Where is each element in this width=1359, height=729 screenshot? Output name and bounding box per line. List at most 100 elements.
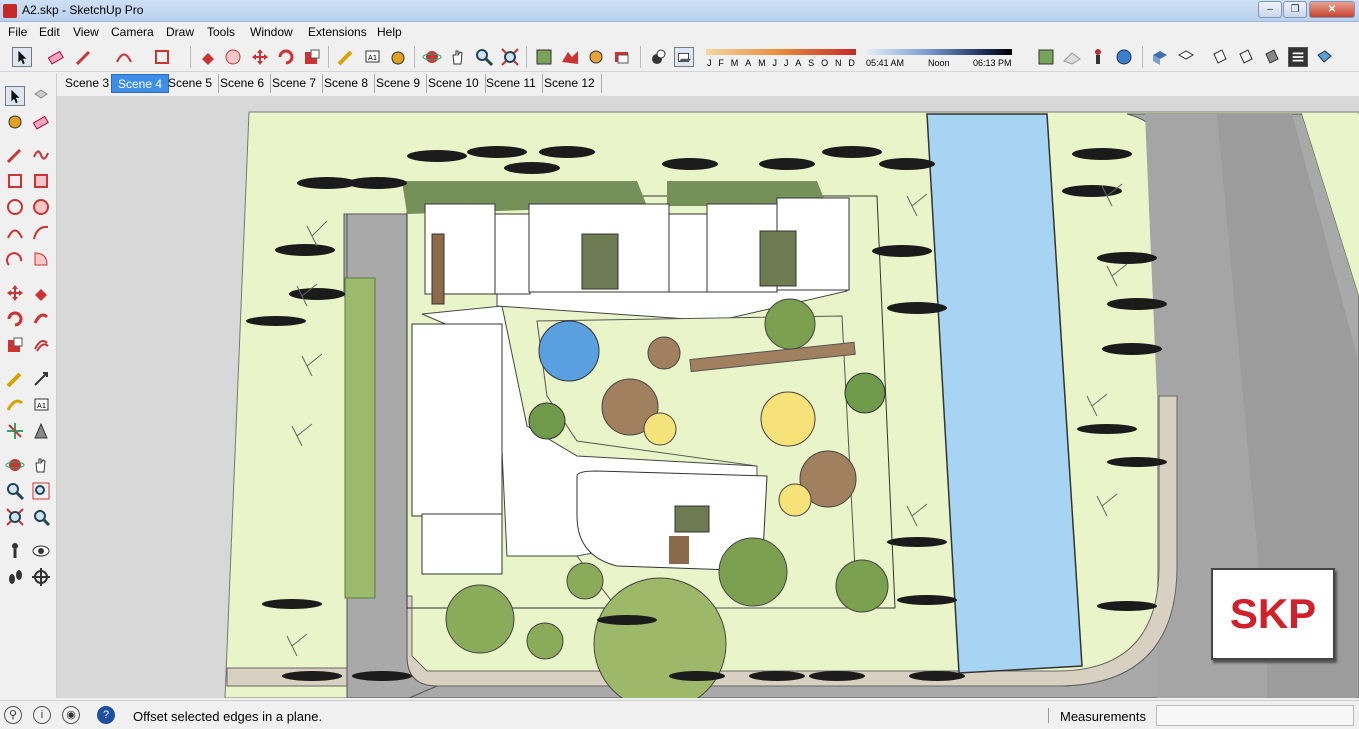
follow-me-tool-icon[interactable]: [31, 309, 51, 329]
menu-extensions[interactable]: Extensions: [308, 25, 367, 39]
pan-tool-icon[interactable]: [31, 455, 51, 475]
orbit-icon[interactable]: [422, 47, 442, 67]
paint-bucket-icon[interactable]: [388, 47, 408, 67]
zoom-tool-icon[interactable]: [5, 481, 25, 501]
iso-view-icon[interactable]: [1150, 47, 1170, 67]
polygon-tool-icon[interactable]: [31, 197, 51, 217]
menu-tools[interactable]: Tools: [207, 25, 235, 39]
tab-scene-3[interactable]: Scene 3: [59, 74, 117, 93]
help-icon[interactable]: ?: [97, 706, 115, 724]
tab-scene-9[interactable]: Scene 9: [370, 74, 428, 93]
tab-scene-7[interactable]: Scene 7: [266, 74, 324, 93]
menu-draw[interactable]: Draw: [166, 25, 194, 39]
minimize-button[interactable]: –: [1258, 1, 1282, 18]
follow-me-icon[interactable]: [223, 47, 243, 67]
user-account-icon[interactable]: ◉: [62, 706, 80, 724]
push-pull-icon[interactable]: [198, 47, 218, 67]
measurements-input[interactable]: [1156, 705, 1354, 726]
two-point-arc-icon[interactable]: [31, 223, 51, 243]
freehand-tool-icon[interactable]: [31, 145, 51, 165]
tab-scene-11[interactable]: Scene 11: [480, 74, 543, 93]
3d-warehouse-icon[interactable]: [612, 47, 632, 67]
line-tool-icon[interactable]: [5, 145, 25, 165]
pie-tool-icon[interactable]: [31, 249, 51, 269]
zoom-window-icon[interactable]: [31, 481, 51, 501]
textured-style-icon[interactable]: [1288, 47, 1308, 67]
tab-scene-8[interactable]: Scene 8: [318, 74, 376, 93]
arc-tool-icon[interactable]: [5, 223, 25, 243]
top-view-icon[interactable]: [1176, 47, 1196, 67]
move-tool-icon[interactable]: [5, 283, 25, 303]
text-tool-icon[interactable]: A1: [31, 395, 51, 415]
offset-tool-icon[interactable]: [31, 335, 51, 355]
wireframe-style-icon[interactable]: [1236, 47, 1256, 67]
model-viewport[interactable]: SKP: [57, 96, 1359, 698]
select-tool-icon[interactable]: [5, 86, 25, 106]
tab-scene-6[interactable]: Scene 6: [214, 74, 272, 93]
menu-help[interactable]: Help: [377, 25, 402, 39]
shadow-display-icon[interactable]: [674, 47, 694, 67]
eraser-tool-icon[interactable]: [31, 112, 51, 132]
push-pull-tool-icon[interactable]: [31, 283, 51, 303]
zoom-icon[interactable]: [474, 47, 494, 67]
previous-view-icon[interactable]: [31, 507, 51, 527]
paint-tool-icon[interactable]: [5, 112, 25, 132]
text-icon[interactable]: A1: [362, 47, 382, 67]
photo-texture-icon[interactable]: [586, 47, 606, 67]
protractor-tool-icon[interactable]: [5, 395, 25, 415]
menu-file[interactable]: File: [8, 25, 27, 39]
three-point-arc-icon[interactable]: [5, 249, 25, 269]
arc-icon[interactable]: [114, 47, 134, 67]
axes-tool-icon[interactable]: [5, 421, 25, 441]
globe-icon[interactable]: [1114, 47, 1134, 67]
rectangle-icon[interactable]: [152, 47, 172, 67]
rotated-rectangle-icon[interactable]: [31, 171, 51, 191]
rotate-tool-icon[interactable]: [5, 309, 25, 329]
3d-text-tool-icon[interactable]: [31, 421, 51, 441]
zoom-extents-tool-icon[interactable]: [5, 507, 25, 527]
sandbox-icon[interactable]: [1062, 47, 1082, 67]
rectangle-tool-icon[interactable]: [5, 171, 25, 191]
close-button[interactable]: ✕: [1309, 1, 1355, 18]
circle-tool-icon[interactable]: [5, 197, 25, 217]
credits-info-icon[interactable]: i: [33, 706, 51, 724]
tab-scene-10[interactable]: Scene 10: [422, 74, 486, 93]
menu-view[interactable]: View: [73, 25, 99, 39]
shaded-style-icon[interactable]: [1262, 47, 1282, 67]
location-icon[interactable]: [1036, 47, 1056, 67]
person-icon[interactable]: [1088, 47, 1108, 67]
scale-tool-icon[interactable]: [5, 335, 25, 355]
menu-edit[interactable]: Edit: [39, 25, 60, 39]
maximize-button[interactable]: ❐: [1283, 1, 1307, 18]
tape-measure-tool-icon[interactable]: [5, 369, 25, 389]
shadow-time-slider[interactable]: [866, 49, 1012, 55]
shadows-toggle-icon[interactable]: [648, 47, 668, 67]
geo-location-status-icon[interactable]: ⚲: [4, 706, 22, 724]
dimension-tool-icon[interactable]: [31, 369, 51, 389]
xray-style-icon[interactable]: [1210, 47, 1230, 67]
section-plane-icon[interactable]: [31, 567, 51, 587]
menu-camera[interactable]: Camera: [111, 25, 154, 39]
menu-window[interactable]: Window: [250, 25, 293, 39]
scale-icon[interactable]: [302, 47, 322, 67]
add-location-icon[interactable]: [534, 47, 554, 67]
position-camera-icon[interactable]: [5, 541, 25, 561]
tape-measure-icon[interactable]: [336, 47, 356, 67]
rotate-icon[interactable]: [276, 47, 296, 67]
pencil-icon[interactable]: [74, 47, 94, 67]
make-component-icon[interactable]: [31, 86, 51, 106]
look-around-icon[interactable]: [31, 541, 51, 561]
tab-scene-4[interactable]: Scene 4: [111, 74, 170, 93]
geo-terrain-icon[interactable]: [560, 47, 580, 67]
tab-scene-12[interactable]: Scene 12: [538, 74, 602, 93]
monochrome-style-icon[interactable]: [1314, 47, 1334, 67]
tab-scene-5[interactable]: Scene 5: [162, 74, 220, 93]
shadow-month-slider[interactable]: [706, 49, 856, 55]
orbit-tool-icon[interactable]: [5, 455, 25, 475]
pan-icon[interactable]: [448, 47, 468, 67]
move-icon[interactable]: [250, 47, 270, 67]
zoom-extents-icon[interactable]: [500, 47, 520, 67]
walk-tool-icon[interactable]: [5, 567, 25, 587]
select-icon[interactable]: [12, 47, 32, 67]
eraser-icon[interactable]: [46, 47, 66, 67]
